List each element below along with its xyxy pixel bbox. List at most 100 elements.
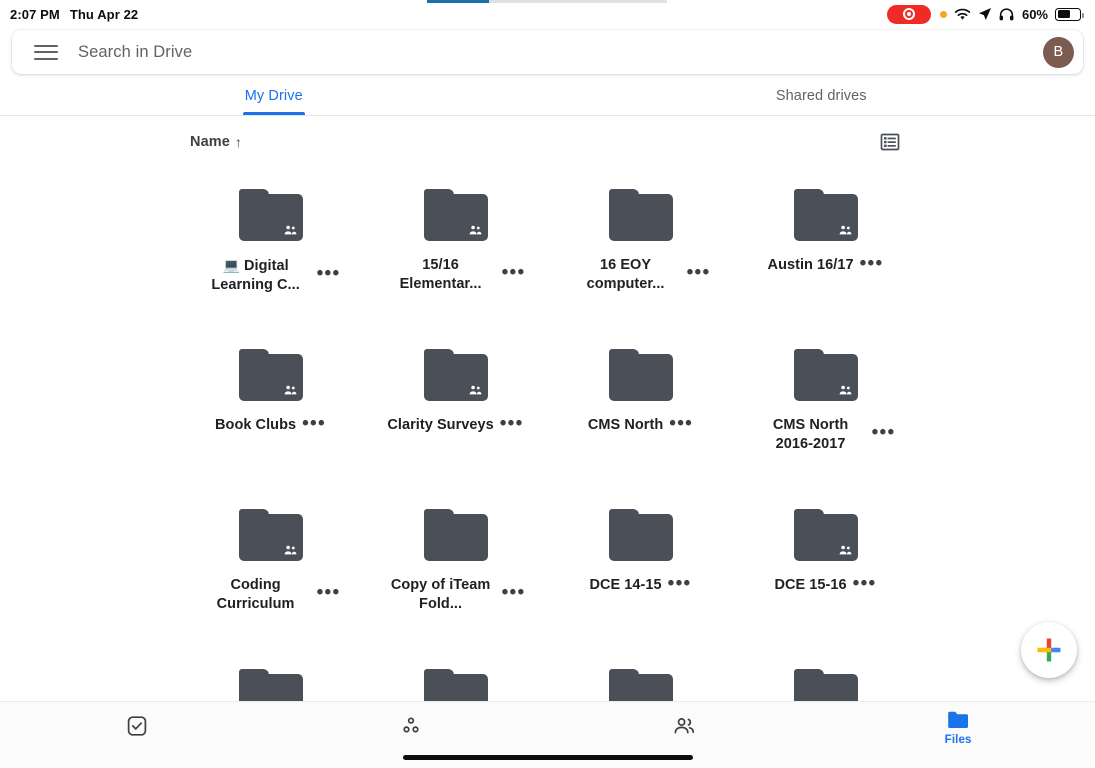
search-input[interactable]	[78, 42, 1043, 62]
file-name-label: 💻 Digital Learning C...	[201, 256, 311, 295]
record-ring	[902, 8, 915, 20]
file-grid-item[interactable]: Clarity Surveys •••	[363, 327, 548, 487]
file-name-label: DCE 15-16	[774, 577, 847, 593]
sort-by-name-button[interactable]: Name ↑	[190, 134, 242, 150]
folder-icon	[238, 669, 303, 701]
headphones-icon	[999, 7, 1014, 20]
file-grid-item[interactable]: DCE 14-15 •••	[548, 487, 733, 647]
folder-icon	[793, 669, 858, 701]
file-name-row: Clarity Surveys •••	[363, 414, 548, 435]
shared-folder-badge-icon	[284, 385, 297, 395]
create-new-fab-button[interactable]	[1021, 622, 1077, 678]
list-view-icon[interactable]	[875, 127, 905, 157]
file-name-row: Copy of iTeam Fold... •••	[363, 576, 548, 614]
file-name-row: 15/16 Elementar... •••	[363, 256, 548, 294]
shared-folder-badge-icon	[839, 385, 852, 395]
file-name-label: Copy of iTeam Fold...	[390, 577, 491, 612]
file-grid-item[interactable]	[733, 647, 918, 701]
avatar[interactable]: B	[1043, 36, 1074, 68]
file-name-row: CMS North •••	[548, 414, 733, 435]
folder-icon	[423, 669, 488, 701]
shared-folder-badge-icon	[839, 545, 852, 555]
folder-icon	[423, 349, 488, 401]
file-overflow-menu-button[interactable]: •••	[502, 583, 526, 602]
file-grid-item[interactable]: 💻 Digital Learning C... •••	[178, 167, 363, 327]
nav-item-tasks[interactable]	[0, 702, 274, 752]
file-name-label: 16 EOY computer...	[586, 257, 665, 292]
file-overflow-menu-button[interactable]: •••	[872, 423, 896, 442]
nav-label-files: Files	[944, 733, 972, 746]
google-plus-add-icon	[1037, 638, 1061, 662]
status-time: 2:07 PM	[10, 6, 60, 22]
sort-row: Name ↑	[0, 117, 1095, 167]
file-name-row: Book Clubs •••	[178, 414, 363, 435]
nav-item-shared[interactable]	[548, 702, 822, 752]
battery-icon	[1055, 7, 1084, 21]
status-bar: 2:07 PM Thu Apr 22 60%	[0, 0, 1095, 28]
file-name-row: 16 EOY computer... •••	[548, 256, 733, 294]
nav-item-files[interactable]: Files	[821, 702, 1095, 752]
shared-people-icon	[674, 717, 695, 733]
file-overflow-menu-button[interactable]: •••	[500, 414, 524, 433]
loading-bar-fill	[427, 0, 489, 3]
file-grid-item[interactable]	[178, 647, 363, 701]
file-overflow-menu-button[interactable]: •••	[853, 574, 877, 593]
file-overflow-menu-button[interactable]: •••	[302, 414, 326, 433]
file-overflow-menu-button[interactable]: •••	[860, 254, 884, 273]
file-name-label: 15/16 Elementar...	[399, 257, 482, 292]
file-grid-item[interactable]: Austin 16/17 •••	[733, 167, 918, 327]
folder-icon	[793, 189, 858, 241]
file-overflow-menu-button[interactable]: •••	[687, 263, 711, 282]
sort-ascending-arrow-icon: ↑	[234, 134, 243, 150]
tab-my-drive[interactable]: My Drive	[0, 78, 548, 115]
page-loading-bar	[427, 0, 667, 3]
shared-folder-badge-icon	[839, 225, 852, 235]
file-overflow-menu-button[interactable]: •••	[317, 583, 341, 602]
status-bar-right: 60%	[886, 4, 1084, 24]
file-name-row: DCE 15-16 •••	[733, 574, 918, 595]
file-grid-item[interactable]: Coding Curriculum •••	[178, 487, 363, 647]
folder-icon	[423, 189, 488, 241]
folder-icon	[793, 509, 858, 561]
nav-item-priority[interactable]	[274, 702, 548, 752]
file-overflow-menu-button[interactable]: •••	[502, 263, 526, 282]
hamburger-menu-icon[interactable]	[34, 42, 60, 62]
folder-icon	[423, 509, 488, 561]
file-grid-item[interactable]: DCE 15-16 •••	[733, 487, 918, 647]
priority-dots-icon	[402, 716, 419, 733]
files-folder-icon	[948, 711, 969, 728]
file-name-emoji: 💻	[222, 257, 240, 273]
file-grid-item[interactable]	[363, 647, 548, 701]
folder-icon	[238, 349, 303, 401]
status-date: Thu Apr 22	[69, 6, 139, 22]
tab-shared-drives[interactable]: Shared drives	[548, 78, 1095, 115]
shared-folder-badge-icon	[284, 545, 297, 555]
orange-privacy-dot-icon	[939, 10, 947, 18]
folder-icon	[238, 189, 303, 241]
file-grid-item[interactable]: Book Clubs •••	[178, 327, 363, 487]
status-bar-left: 2:07 PM Thu Apr 22	[10, 7, 138, 22]
shared-folder-badge-icon	[284, 225, 297, 235]
drive-tabs: My Drive Shared drives	[0, 78, 1095, 116]
folder-icon	[238, 509, 303, 561]
file-grid-item[interactable]: CMS North •••	[548, 327, 733, 487]
file-overflow-menu-button[interactable]: •••	[668, 574, 692, 593]
search-bar-container: B	[12, 30, 1083, 74]
file-grid-item[interactable]	[548, 647, 733, 701]
shared-folder-badge-icon	[469, 385, 482, 395]
file-overflow-menu-button[interactable]: •••	[317, 264, 341, 283]
file-overflow-menu-button[interactable]: •••	[669, 414, 693, 433]
shared-folder-badge-icon	[469, 225, 482, 235]
file-name-label: CMS North 2016-2017	[772, 417, 849, 452]
checkbox-tasks-icon	[127, 715, 147, 736]
file-grid-item[interactable]: 15/16 Elementar... •••	[363, 167, 548, 327]
file-grid: 💻 Digital Learning C... ••• 15/16 Elementa…	[0, 167, 1095, 701]
location-arrow-icon	[978, 8, 991, 20]
file-grid-item[interactable]: CMS North 2016-2017 •••	[733, 327, 918, 487]
file-grid-item[interactable]: 16 EOY computer... •••	[548, 167, 733, 327]
drive-app-window: 2:07 PM Thu Apr 22 60% Search in Drive B…	[0, 0, 1095, 768]
file-grid-scroll-area[interactable]: 💻 Digital Learning C... ••• 15/16 Elementa…	[0, 167, 1095, 701]
file-name-row: 💻 Digital Learning C... •••	[178, 256, 363, 295]
search-bar[interactable]: B	[12, 30, 1083, 74]
file-grid-item[interactable]: Copy of iTeam Fold... •••	[363, 487, 548, 647]
